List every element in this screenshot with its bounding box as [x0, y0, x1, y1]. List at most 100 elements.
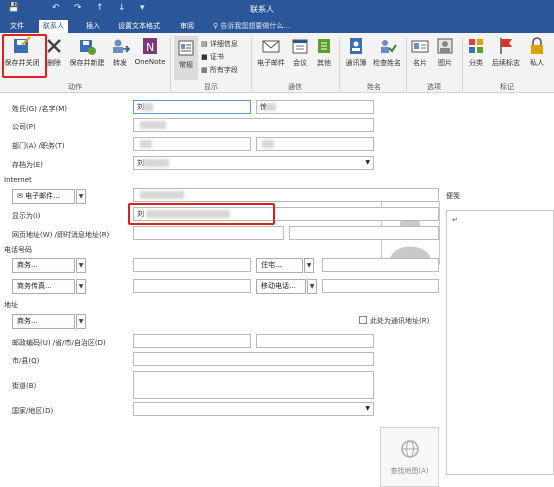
file-as-label: 存档为(E): [12, 161, 43, 169]
address-type-dropdown[interactable]: ▼: [76, 314, 86, 329]
find-map-button[interactable]: 查找地图(A): [380, 427, 439, 487]
ribbon-divider: [462, 37, 463, 91]
categorize-icon: [469, 39, 483, 53]
envelope-icon: [262, 40, 280, 53]
general-button[interactable]: 常规: [174, 36, 198, 80]
onenote-label: OneNote: [134, 58, 166, 66]
save-close-highlight: [2, 34, 47, 78]
tab-file[interactable]: 文件: [6, 20, 28, 33]
mobile-phone-type-button[interactable]: 移动电话...: [256, 279, 306, 294]
certificate-label: 证书: [209, 53, 224, 61]
file-as-select[interactable]: 刘 ▼: [133, 156, 374, 170]
onenote-button[interactable]: N OneNote: [132, 36, 168, 66]
internet-section-label: Internet: [4, 176, 32, 184]
private-label: 私人: [530, 59, 544, 67]
all-fields-button[interactable]: ▦ 所有字段: [201, 65, 238, 76]
picture-icon: [437, 38, 453, 54]
meeting-label: 会议: [293, 59, 307, 67]
all-fields-icon: ▦: [201, 66, 208, 74]
business-fax-dropdown[interactable]: ▼: [76, 279, 86, 294]
check-names-button[interactable]: 检查姓名: [370, 36, 404, 68]
general-label: 常规: [179, 61, 193, 69]
up-arrow-icon[interactable]: ↑: [96, 3, 104, 13]
delete-icon: [47, 39, 61, 53]
ribbon: 保存并关闭 删除 保存并新建 转发 N OneNote 常规 ▤ 详细信息 ■ …: [0, 33, 554, 93]
customize-icon[interactable]: ▾: [140, 3, 145, 13]
details-icon: ▤: [201, 40, 208, 48]
state-input[interactable]: [256, 334, 374, 348]
home-phone-type-button[interactable]: 住宅...: [256, 258, 303, 273]
web-page-input[interactable]: [133, 226, 284, 240]
email-type-dropdown[interactable]: ▼: [76, 189, 86, 204]
save-icon[interactable]: 💾: [8, 3, 19, 13]
ribbon-tabs: 文件 联系人 插入 设置文本格式 审阅 ♀ 告诉我您想要做什么...: [0, 18, 554, 33]
delete-label: 删除: [47, 59, 61, 67]
more-label: 其他: [317, 59, 331, 67]
business-phone-input[interactable]: [133, 258, 251, 272]
group-names-label: 姓名: [367, 83, 381, 91]
redacted-text: [143, 159, 169, 167]
postal-code-label: 邮政编码(U) /省/市/自治区(D): [12, 339, 106, 347]
home-phone-input[interactable]: [322, 258, 439, 272]
web-address-label: 网页地址(W) /即时消息地址(R): [12, 231, 110, 239]
globe-icon: [400, 440, 419, 458]
private-button[interactable]: 私人: [525, 36, 549, 68]
categorize-button[interactable]: 分类: [465, 36, 487, 68]
email-type-label: 电子邮件...: [25, 192, 60, 200]
picture-label: 图片: [438, 59, 452, 67]
forward-label: 转发: [113, 59, 127, 67]
tab-contact[interactable]: 联系人: [39, 20, 68, 33]
tab-review[interactable]: 审阅: [176, 20, 198, 33]
tab-insert[interactable]: 插入: [82, 20, 104, 33]
tab-format-text[interactable]: 设置文本格式: [114, 20, 164, 33]
group-show-label: 显示: [204, 83, 218, 91]
email-label: 电子邮件: [257, 59, 285, 67]
street-input[interactable]: [133, 371, 374, 399]
lock-icon: [531, 37, 543, 54]
down-arrow-icon[interactable]: ↓: [118, 3, 126, 13]
country-select[interactable]: ▼: [133, 402, 374, 416]
redacted-text: [266, 103, 276, 111]
business-fax-type-button[interactable]: 商务传真...: [12, 279, 75, 294]
mailing-address-checkbox[interactable]: [359, 316, 367, 324]
redacted-text: [140, 121, 166, 129]
certificate-button[interactable]: ■ 证书: [201, 52, 224, 63]
mobile-phone-input[interactable]: [322, 279, 439, 293]
company-label: 公司(P): [12, 123, 36, 131]
country-label: 国家/地区(D): [12, 407, 54, 415]
forward-button[interactable]: 转发: [110, 36, 130, 68]
redo-icon[interactable]: ↷: [74, 3, 82, 13]
home-phone-dropdown[interactable]: ▼: [304, 258, 314, 273]
details-button[interactable]: ▤ 详细信息: [201, 39, 238, 50]
im-address-input[interactable]: [289, 226, 439, 240]
check-names-label: 检查姓名: [373, 59, 401, 67]
picture-button[interactable]: 图片: [433, 36, 457, 68]
company-input[interactable]: [133, 118, 374, 132]
address-book-button[interactable]: 通讯簿: [343, 36, 369, 68]
email-button[interactable]: 电子邮件: [254, 36, 288, 68]
group-communicate-label: 通信: [288, 83, 302, 91]
check-names-icon: [381, 40, 397, 53]
tell-me-search[interactable]: ♀ 告诉我您想要做什么...: [213, 20, 290, 33]
mobile-phone-dropdown[interactable]: ▼: [307, 279, 317, 294]
email-type-button[interactable]: ✉ 电子邮件...: [12, 189, 75, 204]
general-icon: [178, 40, 194, 56]
followup-button[interactable]: 后续标志: [489, 36, 523, 68]
more-button[interactable]: 其他: [313, 36, 335, 68]
ribbon-divider: [170, 37, 171, 91]
business-fax-input[interactable]: [133, 279, 251, 293]
business-card-button[interactable]: 名片: [409, 36, 431, 68]
postal-code-input[interactable]: [133, 334, 251, 348]
city-input[interactable]: [133, 352, 374, 366]
business-card-icon: [411, 40, 429, 53]
undo-icon[interactable]: ↶: [52, 3, 60, 13]
business-phone-type-button[interactable]: 商务...: [12, 258, 75, 273]
business-phone-dropdown[interactable]: ▼: [76, 258, 86, 273]
redacted-text: [140, 191, 184, 199]
address-type-button[interactable]: 商务...: [12, 314, 75, 329]
meeting-button[interactable]: 会议: [290, 36, 310, 68]
name-label: 姓氏(G) /名字(M): [12, 105, 67, 113]
all-fields-label: 所有字段: [209, 66, 238, 74]
notes-textarea[interactable]: ↵: [446, 210, 554, 475]
save-new-button[interactable]: 保存并新建: [66, 36, 108, 68]
